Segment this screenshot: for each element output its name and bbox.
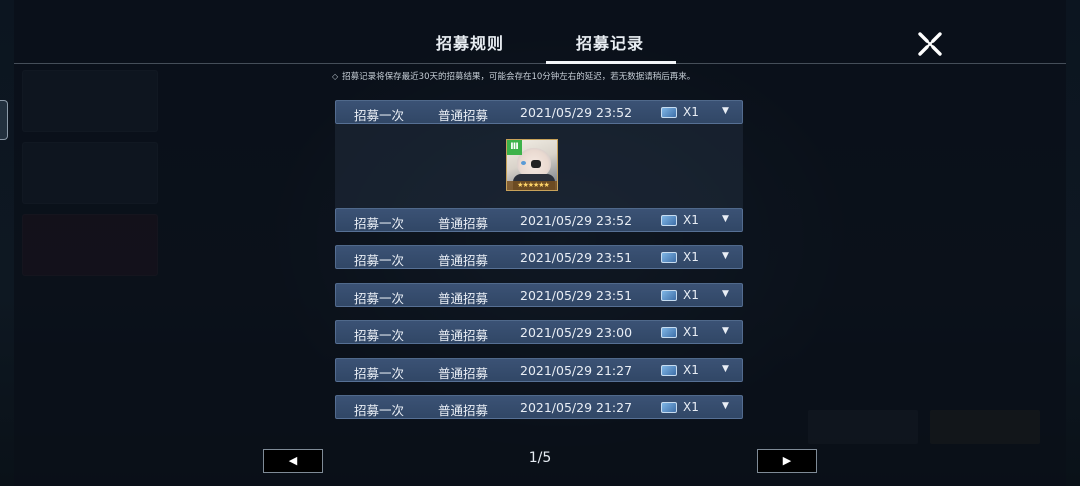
record-count: X1 <box>683 325 699 339</box>
record-pool: 普通招募 <box>438 328 489 343</box>
page-indicator: 1/5 <box>528 450 552 466</box>
character-eye <box>521 161 526 165</box>
record-pool: 普通招募 <box>438 366 489 381</box>
chevron-down-icon[interactable]: ▼ <box>722 364 729 374</box>
header-divider <box>14 63 1066 64</box>
right-triangle-icon: ▶ <box>782 454 792 467</box>
ticket-icon <box>661 402 677 413</box>
chevron-down-icon[interactable]: ▼ <box>722 106 729 116</box>
record-pool: 普通招募 <box>438 108 489 123</box>
star-rating-icon: ★★★★★★ <box>507 181 557 190</box>
ticket-icon <box>661 327 677 338</box>
record-time: 2021/05/29 23:52 <box>520 213 633 228</box>
character-portrait-icon[interactable]: Ⅲ ★★★★★★ <box>506 139 558 191</box>
record-type: 招募一次 <box>354 216 405 231</box>
record-type: 招募一次 <box>354 403 405 418</box>
chevron-down-icon[interactable]: ▼ <box>722 214 729 224</box>
record-pool: 普通招募 <box>438 291 489 306</box>
prev-page-button[interactable]: ◀ <box>263 449 323 473</box>
record-time: 2021/05/29 21:27 <box>520 400 633 415</box>
record-row[interactable]: 招募一次 普通招募 2021/05/29 23:00 X1 ▼ <box>335 320 743 344</box>
record-pool: 普通招募 <box>438 216 489 231</box>
record-time: 2021/05/29 21:27 <box>520 363 633 378</box>
character-eyepatch <box>531 160 541 168</box>
record-type: 招募一次 <box>354 366 405 381</box>
record-row[interactable]: 招募一次 普通招募 2021/05/29 23:51 X1 ▼ <box>335 245 743 269</box>
record-time: 2021/05/29 23:51 <box>520 288 633 303</box>
record-count: X1 <box>683 288 699 302</box>
record-time: 2021/05/29 23:51 <box>520 250 633 265</box>
close-x-icon <box>918 32 942 56</box>
record-row[interactable]: 招募一次 普通招募 2021/05/29 23:52 X1 ▼ <box>335 208 743 232</box>
record-notice: ◇ 招募记录将保存最近30天的招募结果，可能会存在10分钟左右的延迟，若无数据请稍… <box>332 70 752 84</box>
record-count: X1 <box>683 105 699 119</box>
record-row[interactable]: 招募一次 普通招募 2021/05/29 21:27 X1 ▼ <box>335 358 743 382</box>
expanded-result-area: Ⅲ ★★★★★★ <box>335 124 743 208</box>
ticket-icon <box>661 107 677 118</box>
close-button[interactable] <box>917 31 943 57</box>
chevron-down-icon[interactable]: ▼ <box>722 251 729 261</box>
record-count: X1 <box>683 213 699 227</box>
record-type: 招募一次 <box>354 108 405 123</box>
chevron-down-icon[interactable]: ▼ <box>722 289 729 299</box>
faction-badge-icon: Ⅲ <box>507 140 522 155</box>
record-time: 2021/05/29 23:00 <box>520 325 633 340</box>
record-row[interactable]: 招募一次 普通招募 2021/05/29 21:27 X1 ▼ <box>335 395 743 419</box>
next-page-button[interactable]: ▶ <box>757 449 817 473</box>
record-type: 招募一次 <box>354 253 405 268</box>
active-tab-indicator <box>546 61 676 64</box>
chevron-down-icon[interactable]: ▼ <box>722 401 729 411</box>
record-row[interactable]: 招募一次 普通招募 2021/05/29 23:52 X1 ▼ <box>335 100 743 124</box>
record-count: X1 <box>683 363 699 377</box>
ticket-icon <box>661 215 677 226</box>
ticket-icon <box>661 252 677 263</box>
record-row[interactable]: 招募一次 普通招募 2021/05/29 23:51 X1 ▼ <box>335 283 743 307</box>
record-time: 2021/05/29 23:52 <box>520 105 633 120</box>
tab-recruit-records[interactable]: 招募记录 <box>545 30 675 54</box>
chevron-down-icon[interactable]: ▼ <box>722 326 729 336</box>
ticket-icon <box>661 365 677 376</box>
record-pool: 普通招募 <box>438 253 489 268</box>
tab-recruit-rules[interactable]: 招募规则 <box>405 30 535 54</box>
record-count: X1 <box>683 250 699 264</box>
notice-text: 招募记录将保存最近30天的招募结果，可能会存在10分钟左右的延迟，若无数据请稍后… <box>342 72 696 82</box>
record-type: 招募一次 <box>354 328 405 343</box>
left-triangle-icon: ◀ <box>288 454 298 467</box>
record-type: 招募一次 <box>354 291 405 306</box>
diamond-icon: ◇ <box>332 72 339 81</box>
record-pool: 普通招募 <box>438 403 489 418</box>
record-count: X1 <box>683 400 699 414</box>
ticket-icon <box>661 290 677 301</box>
side-drawer-handle <box>0 100 8 140</box>
